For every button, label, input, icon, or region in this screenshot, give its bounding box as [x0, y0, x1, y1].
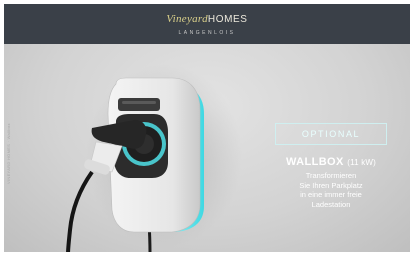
- description-line: Sie Ihren Parkplatz: [299, 180, 363, 190]
- product-description: Transformieren Sie Ihren Parkplatz in ei…: [254, 171, 408, 209]
- brand-header: VineyardHOMES LANGENLOIS: [4, 4, 410, 44]
- description-line: Ladestation: [311, 199, 351, 209]
- brand-location: LANGENLOIS: [178, 30, 236, 36]
- brand-caps: HOMES: [207, 14, 248, 25]
- wallbox-illustration: [66, 64, 242, 252]
- listing-image: VineyardHOMES LANGENLOIS VINEYARD HOMES …: [4, 4, 410, 252]
- product-name: WALLBOX: [285, 156, 344, 168]
- description-line: in eine immer freie: [300, 190, 362, 200]
- wallbox-display: [118, 98, 160, 111]
- brand-script: Vineyard: [166, 13, 208, 25]
- product-power: (11 kW): [347, 158, 377, 167]
- optional-badge: OPTIONAL: [275, 123, 387, 145]
- product-title: WALLBOX (11 kW): [254, 156, 408, 168]
- brand-logo: VineyardHOMES: [4, 13, 410, 25]
- wallbox-photo: VINEYARD HOMES · Wallbox OPTIONAL WALLBO…: [4, 44, 410, 252]
- description-line: Transformieren: [305, 171, 357, 180]
- charging-cable: [66, 170, 94, 252]
- photo-credit: VINEYARD HOMES · Wallbox: [6, 123, 11, 184]
